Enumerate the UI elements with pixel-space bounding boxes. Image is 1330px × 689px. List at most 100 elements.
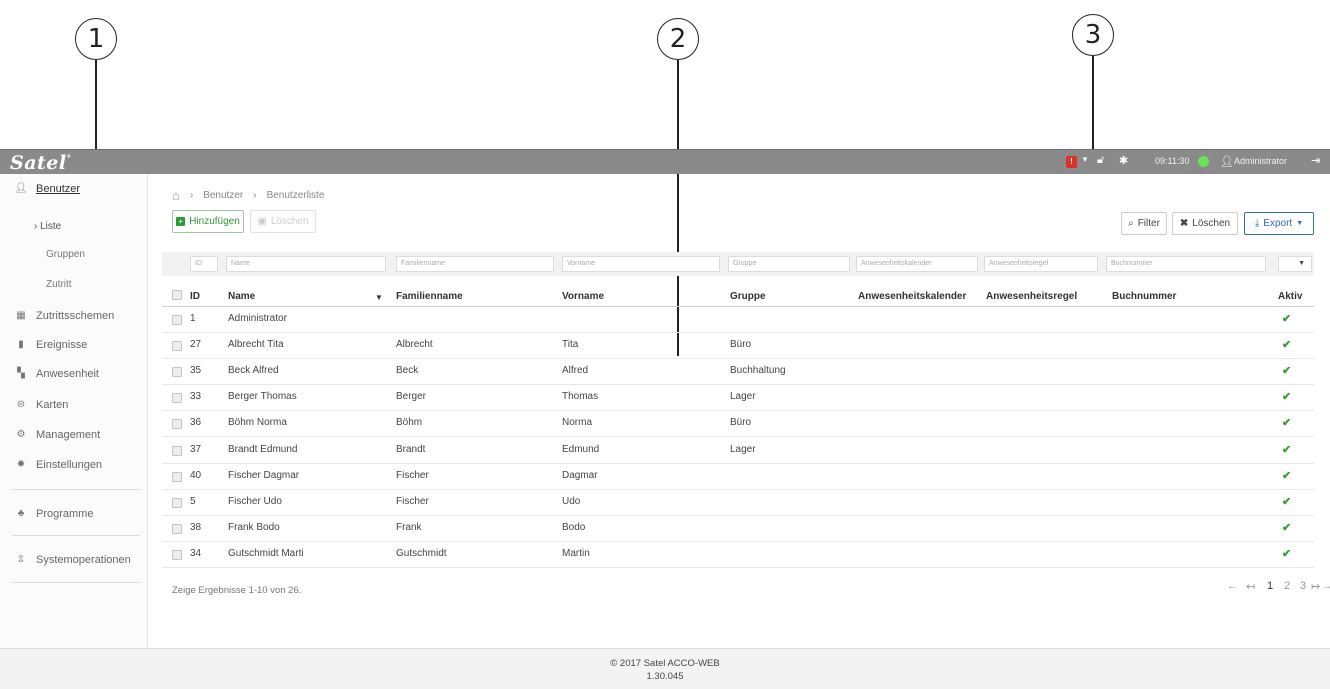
sidebar-item-label: Systemoperationen	[36, 553, 131, 566]
column-header-id[interactable]: ID	[190, 291, 200, 302]
cell-name[interactable]: Brandt Edmund	[228, 444, 298, 455]
clear-filter-button[interactable]: ✖ Löschen	[1172, 212, 1238, 235]
row-checkbox[interactable]	[172, 393, 182, 403]
alarm-icon[interactable]: !	[1066, 156, 1077, 168]
column-header-lastname[interactable]: Familienname	[396, 291, 463, 302]
filter-active-select[interactable]: ▼	[1278, 256, 1312, 272]
row-checkbox[interactable]	[172, 472, 182, 482]
cell-lastname: Brandt	[396, 444, 426, 455]
row-divider	[162, 515, 1314, 516]
sidebar-item-system-operations[interactable]: ⇫ Systemoperationen	[0, 545, 148, 574]
column-header-active[interactable]: Aktiv	[1278, 291, 1302, 302]
cell-id: 34	[190, 548, 202, 559]
unlock-icon[interactable]: 🔓︎	[1097, 154, 1104, 167]
column-header-group[interactable]: Gruppe	[730, 291, 766, 302]
sidebar-item-settings[interactable]: ✹ Einstellungen	[0, 450, 148, 479]
filter-id-input[interactable]: ID	[190, 256, 218, 272]
cell-id: 1	[190, 313, 196, 324]
select-all-checkbox[interactable]	[172, 290, 182, 300]
home-icon[interactable]: ⌂	[172, 188, 180, 203]
breadcrumb-users[interactable]: Benutzer	[203, 190, 243, 201]
sidebar-sub-list[interactable]: › Liste	[34, 221, 61, 232]
cell-name[interactable]: Gutschmidt Marti	[228, 548, 304, 559]
filter-booknumber-input[interactable]: Buchnummer	[1106, 256, 1266, 272]
add-button[interactable]: + Hinzufügen	[172, 210, 244, 233]
active-check-icon: ✔	[1282, 470, 1292, 482]
column-header-name[interactable]: Name	[228, 291, 255, 302]
delete-selected-button[interactable]: ▣ Löschen	[250, 210, 316, 233]
sort-desc-icon[interactable]: ▼	[375, 293, 383, 302]
sidebar-item-programs[interactable]: ♣ Programme	[0, 499, 148, 528]
active-check-icon: ✔	[1282, 391, 1292, 403]
column-header-rule[interactable]: Anwesenheitsregel	[986, 291, 1077, 302]
document-icon: ▮	[18, 339, 24, 350]
breadcrumb-user-list: Benutzerliste	[266, 190, 325, 201]
cell-name[interactable]: Beck Alfred	[228, 365, 279, 376]
row-checkbox[interactable]	[172, 550, 182, 560]
sidebar-sub-access[interactable]: Zutritt	[46, 279, 72, 290]
filter-button[interactable]: ⌕ Filter	[1121, 212, 1167, 235]
sidebar-item-events[interactable]: ▮ Ereignisse	[0, 330, 148, 359]
header-divider	[162, 306, 1314, 307]
pager-page-1[interactable]: 1	[1267, 580, 1273, 592]
pager-first[interactable]: ←	[1227, 580, 1238, 592]
user-icon: 👤︎	[1220, 156, 1234, 168]
cell-lastname: Fischer	[396, 470, 429, 481]
column-header-booknumber[interactable]: Buchnummer	[1112, 291, 1176, 302]
delete-selected-label: Löschen	[270, 216, 309, 227]
user-name[interactable]: Administrator	[1234, 156, 1287, 166]
sidebar-item-management[interactable]: ⚙︎ Management	[0, 420, 148, 449]
filter-lastname-input[interactable]: Familienname	[396, 256, 554, 272]
filter-rule-input[interactable]: Anwesenheitsregel	[984, 256, 1098, 272]
sidebar-item-users[interactable]: 👤︎ Benutzer	[0, 174, 148, 203]
filter-calendar-input[interactable]: Anwesenheitskalender	[856, 256, 978, 272]
sidebar-item-attendance[interactable]: ▚ Anwesenheit	[0, 359, 148, 388]
cell-name[interactable]: Berger Thomas	[228, 391, 297, 402]
cell-name[interactable]: Böhm Norma	[228, 417, 287, 428]
column-header-calendar[interactable]: Anwesenheitskalender	[858, 291, 966, 302]
row-checkbox[interactable]	[172, 524, 182, 534]
cell-group: Buchhaltung	[730, 365, 786, 376]
cell-name[interactable]: Albrecht Tita	[228, 339, 284, 350]
gear-icon[interactable]: ✱	[1119, 154, 1128, 167]
row-checkbox[interactable]	[172, 341, 182, 351]
cell-id: 37	[190, 444, 202, 455]
footer-version: 1.30.045	[646, 671, 684, 682]
row-checkbox[interactable]	[172, 446, 182, 456]
row-checkbox[interactable]	[172, 498, 182, 508]
row-checkbox[interactable]	[172, 419, 182, 429]
sidebar-sub-groups[interactable]: Gruppen	[46, 249, 85, 260]
sidebar-divider	[12, 489, 140, 490]
filter-group-input[interactable]: Gruppe	[728, 256, 850, 272]
row-divider	[162, 358, 1314, 359]
cogs-icon: ⚙︎	[16, 429, 26, 440]
cell-lastname: Albrecht	[396, 339, 433, 350]
pager-last[interactable]: →	[1322, 580, 1330, 592]
row-checkbox[interactable]	[172, 315, 182, 325]
cell-name[interactable]: Fischer Dagmar	[228, 470, 299, 481]
cell-name[interactable]: Fischer Udo	[228, 496, 282, 507]
row-checkbox[interactable]	[172, 367, 182, 377]
results-summary: Zeige Ergebnisse 1-10 von 26.	[172, 585, 302, 596]
logout-icon[interactable]: ⇥	[1311, 154, 1320, 167]
sidebar-item-label: Einstellungen	[36, 458, 103, 471]
pager-next[interactable]: ↦	[1311, 580, 1320, 593]
column-header-firstname[interactable]: Vorname	[562, 291, 604, 302]
card-icon: ⊜	[16, 399, 26, 410]
filter-firstname-input[interactable]: Vorname	[562, 256, 720, 272]
pager-prev[interactable]: ↤	[1246, 580, 1255, 593]
sidebar-item-access-schemes[interactable]: ▦ Zutrittsschemen	[0, 301, 148, 330]
sidebar-item-cards[interactable]: ⊜ Karten	[0, 390, 148, 419]
pager-page-3[interactable]: 3	[1300, 580, 1306, 592]
cell-name[interactable]: Frank Bodo	[228, 522, 280, 533]
filter-name-input[interactable]: Name	[226, 256, 386, 272]
sidebar-item-label: Zutrittsschemen	[36, 309, 115, 322]
cell-group: Lager	[730, 391, 756, 402]
chevron-down-icon[interactable]: ▼	[1081, 155, 1089, 164]
pager-page-2[interactable]: 2	[1284, 580, 1290, 592]
upload-icon: ⇫	[16, 554, 26, 565]
cell-name[interactable]: Administrator	[228, 313, 287, 324]
export-button[interactable]: ⤓ Export ▼	[1244, 212, 1314, 235]
active-check-icon: ✔	[1282, 365, 1292, 377]
row-divider	[162, 332, 1314, 333]
